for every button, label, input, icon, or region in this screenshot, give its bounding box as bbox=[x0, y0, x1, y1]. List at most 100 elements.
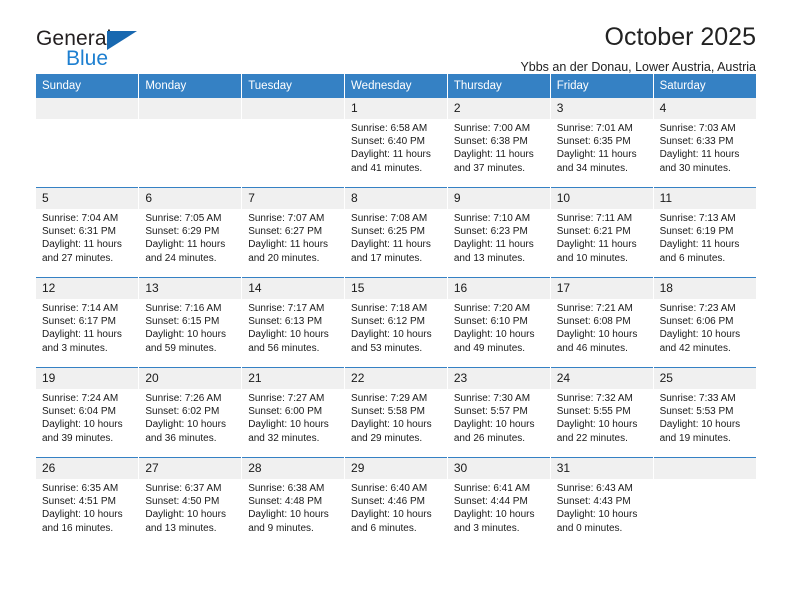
calendar-day-cell[interactable]: 7 Sunrise: 7:07 AM Sunset: 6:27 PM Daylight… bbox=[241, 187, 346, 278]
day-number: 17 bbox=[550, 278, 653, 299]
daylight-text-line2: and 42 minutes. bbox=[659, 342, 731, 354]
daylight-text-line1: Daylight: 10 hours bbox=[145, 329, 226, 341]
calendar-day-cell[interactable]: 31 Sunrise: 6:43 AM Sunset: 4:43 PM Dayligh… bbox=[550, 457, 654, 547]
calendar-day-cell[interactable]: 8 Sunrise: 7:08 AM Sunset: 6:25 PM Daylight… bbox=[344, 187, 448, 278]
calendar-day-cell[interactable]: 16 Sunrise: 7:20 AM Sunset: 6:10 PM Dayligh… bbox=[447, 277, 551, 368]
sunrise-text: Sunrise: 7:14 AM bbox=[42, 303, 119, 314]
calendar-day-cell[interactable]: 29 Sunrise: 6:40 AM Sunset: 4:46 PM Dayligh… bbox=[344, 457, 448, 547]
sunset-text: Sunset: 6:35 PM bbox=[556, 136, 631, 148]
daylight-text-line2: and 22 minutes. bbox=[556, 432, 628, 444]
daylight-text-line1: Daylight: 11 hours bbox=[659, 149, 740, 161]
day-number: 19 bbox=[36, 368, 139, 389]
sunset-text: Sunset: 6:27 PM bbox=[248, 226, 323, 238]
calendar-day-cell[interactable]: 12 Sunrise: 7:14 AM Sunset: 6:17 PM Dayligh… bbox=[36, 277, 140, 368]
calendar-day-cell[interactable]: 25 Sunrise: 7:33 AM Sunset: 5:53 PM Dayligh… bbox=[653, 367, 756, 458]
sunrise-text: Sunrise: 7:04 AM bbox=[42, 213, 119, 224]
daylight-text-line2: and 37 minutes. bbox=[453, 162, 526, 174]
calendar-day-cell[interactable]: 13 Sunrise: 7:16 AM Sunset: 6:15 PM Dayligh… bbox=[138, 277, 243, 368]
calendar-day-cell[interactable]: 22 Sunrise: 7:29 AM Sunset: 5:58 PM Dayligh… bbox=[344, 367, 448, 458]
calendar-day-cell[interactable]: 11 Sunrise: 7:13 AM Sunset: 6:19 PM Dayligh… bbox=[653, 187, 756, 278]
sunset-text: Sunset: 6:38 PM bbox=[453, 136, 528, 148]
calendar-day-cell[interactable]: 4 Sunrise: 7:03 AM Sunset: 6:33 PM Daylight… bbox=[653, 98, 756, 188]
calendar-day-cell[interactable]: 18 Sunrise: 7:23 AM Sunset: 6:06 PM Dayligh… bbox=[653, 277, 756, 368]
title-block: October 2025 Ybbs an der Donau, Lower Au… bbox=[520, 22, 756, 75]
sunset-text: Sunset: 6:31 PM bbox=[42, 226, 116, 238]
day-number: 2 bbox=[447, 98, 550, 119]
day-number: 31 bbox=[550, 458, 653, 479]
sunrise-sunset-calendar: Sunday Monday Tuesday Wednesday Thursday… bbox=[36, 74, 756, 547]
daylight-text-line1: Daylight: 11 hours bbox=[248, 239, 329, 251]
daylight-text-line2: and 49 minutes. bbox=[453, 342, 526, 354]
day-details: Sunrise: 7:07 AM Sunset: 6:27 PM Daylight:… bbox=[242, 209, 344, 265]
sunset-text: Sunset: 6:29 PM bbox=[145, 226, 220, 238]
day-number: 30 bbox=[447, 458, 550, 479]
daylight-text-line2: and 13 minutes. bbox=[453, 252, 526, 264]
day-details: Sunrise: 7:10 AM Sunset: 6:23 PM Daylight:… bbox=[448, 209, 550, 265]
calendar-day-cell[interactable]: 3 Sunrise: 7:01 AM Sunset: 6:35 PM Daylight… bbox=[550, 98, 654, 188]
sunrise-text: Sunrise: 7:17 AM bbox=[248, 303, 325, 314]
sunrise-text: Sunrise: 7:16 AM bbox=[145, 303, 222, 314]
daylight-text-line2: and 24 minutes. bbox=[145, 252, 217, 264]
sunset-text: Sunset: 6:23 PM bbox=[453, 226, 528, 238]
calendar-day-cell[interactable]: 24 Sunrise: 7:32 AM Sunset: 5:55 PM Dayligh… bbox=[550, 367, 654, 458]
day-details: Sunrise: 7:27 AM Sunset: 6:00 PM Daylight:… bbox=[242, 389, 344, 445]
calendar-day-cell[interactable]: 5 Sunrise: 7:04 AM Sunset: 6:31 PM Daylight… bbox=[36, 187, 140, 278]
calendar-day-cell[interactable]: 17 Sunrise: 7:21 AM Sunset: 6:08 PM Dayligh… bbox=[550, 277, 654, 368]
day-number: 13 bbox=[139, 278, 242, 299]
weekday-header-wednesday: Wednesday bbox=[344, 74, 448, 98]
calendar-day-cell[interactable]: 26 Sunrise: 6:35 AM Sunset: 4:51 PM Dayligh… bbox=[36, 457, 140, 547]
calendar-day-cell[interactable]: 1 Sunrise: 6:58 AM Sunset: 6:40 PM Daylight… bbox=[344, 98, 448, 188]
sunset-text: Sunset: 6:40 PM bbox=[351, 136, 425, 148]
calendar-day-cell[interactable]: 28 Sunrise: 6:38 AM Sunset: 4:48 PM Dayligh… bbox=[241, 457, 346, 547]
daylight-text-line2: and 0 minutes. bbox=[556, 522, 623, 534]
day-details: Sunrise: 6:38 AM Sunset: 4:48 PM Daylight:… bbox=[242, 479, 344, 535]
calendar-day-cell[interactable]: 2 Sunrise: 7:00 AM Sunset: 6:38 PM Daylight… bbox=[447, 98, 551, 188]
day-details: Sunrise: 7:30 AM Sunset: 5:57 PM Daylight:… bbox=[448, 389, 550, 445]
day-number: 28 bbox=[242, 458, 345, 479]
day-details: Sunrise: 7:29 AM Sunset: 5:58 PM Daylight:… bbox=[345, 389, 447, 445]
sunset-text: Sunset: 4:43 PM bbox=[556, 496, 631, 508]
day-number: 9 bbox=[447, 188, 550, 209]
calendar-day-cell[interactable]: 23 Sunrise: 7:30 AM Sunset: 5:57 PM Dayligh… bbox=[447, 367, 551, 458]
calendar-day-cell[interactable]: 6 Sunrise: 7:05 AM Sunset: 6:29 PM Daylight… bbox=[138, 187, 243, 278]
sunrise-text: Sunrise: 7:23 AM bbox=[659, 303, 736, 314]
calendar-day-cell[interactable]: 21 Sunrise: 7:27 AM Sunset: 6:00 PM Dayligh… bbox=[241, 367, 346, 458]
daylight-text-line2: and 29 minutes. bbox=[351, 432, 423, 444]
sunrise-text: Sunrise: 7:27 AM bbox=[248, 393, 325, 404]
sunset-text: Sunset: 4:46 PM bbox=[351, 496, 425, 508]
calendar-day-cell[interactable]: 19 Sunrise: 7:24 AM Sunset: 6:04 PM Dayligh… bbox=[36, 367, 140, 458]
sunset-text: Sunset: 5:53 PM bbox=[659, 406, 734, 418]
day-number: 8 bbox=[345, 188, 447, 209]
day-number bbox=[36, 98, 139, 119]
daylight-text-line2: and 20 minutes. bbox=[248, 252, 320, 264]
daylight-text-line2: and 6 minutes. bbox=[659, 252, 726, 264]
daylight-text-line2: and 41 minutes. bbox=[351, 162, 423, 174]
sunrise-text: Sunrise: 7:20 AM bbox=[453, 303, 531, 314]
daylight-text-line1: Daylight: 11 hours bbox=[556, 239, 637, 251]
calendar-day-cell[interactable]: 15 Sunrise: 7:18 AM Sunset: 6:12 PM Dayligh… bbox=[344, 277, 448, 368]
sunset-text: Sunset: 6:17 PM bbox=[42, 316, 116, 328]
sunset-text: Sunset: 6:08 PM bbox=[556, 316, 631, 328]
sunrise-text: Sunrise: 6:38 AM bbox=[248, 483, 325, 494]
calendar-day-cell[interactable]: 20 Sunrise: 7:26 AM Sunset: 6:02 PM Dayligh… bbox=[138, 367, 243, 458]
sunrise-text: Sunrise: 6:37 AM bbox=[145, 483, 222, 494]
general-blue-logo[interactable]: General Blue bbox=[36, 28, 296, 80]
calendar-week-row: 26 Sunrise: 6:35 AM Sunset: 4:51 PM Dayligh… bbox=[36, 457, 756, 547]
calendar-day-cell[interactable]: 27 Sunrise: 6:37 AM Sunset: 4:50 PM Dayligh… bbox=[138, 457, 243, 547]
day-number: 14 bbox=[242, 278, 345, 299]
day-details: Sunrise: 7:05 AM Sunset: 6:29 PM Daylight:… bbox=[139, 209, 241, 265]
daylight-text-line1: Daylight: 11 hours bbox=[42, 329, 122, 341]
day-number: 20 bbox=[139, 368, 242, 389]
daylight-text-line1: Daylight: 10 hours bbox=[556, 509, 638, 521]
day-number: 22 bbox=[345, 368, 447, 389]
day-details: Sunrise: 7:17 AM Sunset: 6:13 PM Daylight:… bbox=[242, 299, 344, 355]
calendar-day-cell[interactable]: 10 Sunrise: 7:11 AM Sunset: 6:21 PM Dayligh… bbox=[550, 187, 654, 278]
sunrise-text: Sunrise: 7:32 AM bbox=[556, 393, 633, 404]
sunrise-text: Sunrise: 6:43 AM bbox=[556, 483, 633, 494]
daylight-text-line2: and 53 minutes. bbox=[351, 342, 423, 354]
calendar-day-cell[interactable]: 14 Sunrise: 7:17 AM Sunset: 6:13 PM Dayligh… bbox=[241, 277, 346, 368]
calendar-day-cell[interactable]: 30 Sunrise: 6:41 AM Sunset: 4:44 PM Dayligh… bbox=[447, 457, 551, 547]
calendar-day-cell[interactable]: 9 Sunrise: 7:10 AM Sunset: 6:23 PM Daylight… bbox=[447, 187, 551, 278]
daylight-text-line1: Daylight: 11 hours bbox=[351, 239, 431, 251]
day-number: 6 bbox=[139, 188, 242, 209]
